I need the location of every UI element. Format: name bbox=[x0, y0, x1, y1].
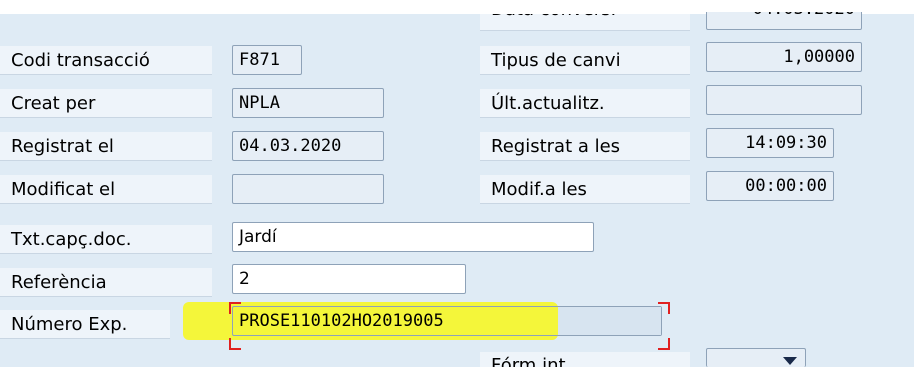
label-ult-actualitz: Últ.actualitz. bbox=[480, 89, 690, 118]
focus-bracket-bl bbox=[229, 338, 241, 350]
focus-bracket-br bbox=[658, 338, 670, 350]
label-form-int: Fórm.int bbox=[480, 352, 690, 367]
label-tipus-de-canvi: Tipus de canvi bbox=[480, 46, 690, 75]
chevron-down-icon[interactable] bbox=[783, 357, 797, 365]
field-creat-per[interactable]: NPLA bbox=[232, 88, 384, 118]
field-ult-actualitz[interactable] bbox=[706, 85, 862, 115]
field-txt-capc-doc[interactable]: Jardí bbox=[232, 222, 594, 252]
label-codi-transaccio: Codi transacció bbox=[0, 46, 212, 75]
field-numero-exp-tail bbox=[558, 307, 661, 335]
field-referencia[interactable]: 2 bbox=[232, 264, 466, 294]
field-modif-a-les[interactable]: 00:00:00 bbox=[706, 171, 834, 201]
focus-bracket-tl bbox=[229, 302, 241, 314]
field-modificat-el[interactable] bbox=[232, 174, 384, 204]
field-registrat-a-les[interactable]: 14:09:30 bbox=[706, 128, 834, 158]
window-top-edge bbox=[0, 0, 914, 14]
label-registrat-el: Registrat el bbox=[0, 132, 212, 161]
label-referencia: Referència bbox=[0, 268, 212, 297]
label-registrat-a-les: Registrat a les bbox=[480, 132, 690, 161]
label-numero-exp: Número Exp. bbox=[0, 310, 170, 339]
field-codi-transaccio[interactable]: F871 bbox=[232, 45, 302, 75]
field-form-int-dropdown[interactable] bbox=[706, 348, 806, 367]
label-modificat-el: Modificat el bbox=[0, 175, 212, 204]
label-txt-capc-doc: Txt.capç.doc. bbox=[0, 225, 212, 254]
label-modif-a-les: Modif.a les bbox=[480, 175, 690, 204]
field-registrat-el[interactable]: 04.03.2020 bbox=[232, 131, 384, 161]
focus-bracket-tr bbox=[658, 302, 670, 314]
label-creat-per: Creat per bbox=[0, 89, 212, 118]
field-tipus-de-canvi[interactable]: 1,00000 bbox=[706, 42, 862, 72]
